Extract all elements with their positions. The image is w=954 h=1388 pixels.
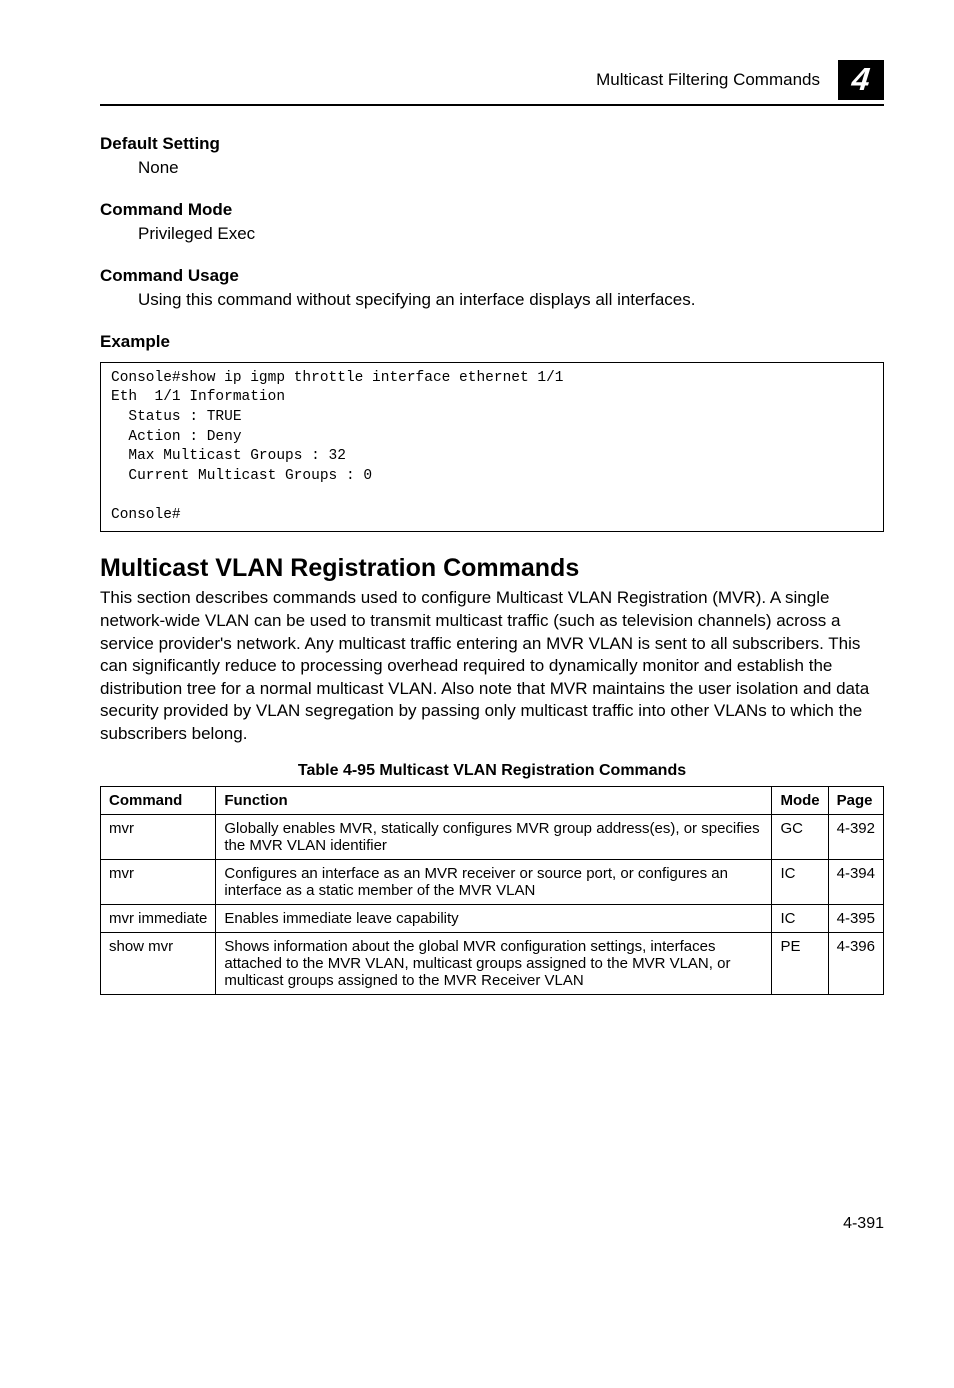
cell-mode: PE: [772, 932, 828, 994]
running-header: Multicast Filtering Commands 4: [100, 60, 884, 100]
chapter-number: 4: [850, 63, 871, 95]
cell-page: 4-394: [828, 859, 883, 904]
cell-command: mvr: [101, 859, 216, 904]
th-command: Command: [101, 786, 216, 814]
cell-command: mvr immediate: [101, 904, 216, 932]
cell-function: Shows information about the global MVR c…: [216, 932, 772, 994]
cell-page: 4-395: [828, 904, 883, 932]
cell-page: 4-396: [828, 932, 883, 994]
table-row: mvr immediate Enables immediate leave ca…: [101, 904, 884, 932]
th-function: Function: [216, 786, 772, 814]
cell-mode: IC: [772, 904, 828, 932]
th-mode: Mode: [772, 786, 828, 814]
cell-function: Configures an interface as an MVR receiv…: [216, 859, 772, 904]
cell-command: mvr: [101, 814, 216, 859]
th-page: Page: [828, 786, 883, 814]
section-heading-mvr: Multicast VLAN Registration Commands: [100, 554, 884, 583]
cell-function: Enables immediate leave capability: [216, 904, 772, 932]
commands-table: Command Function Mode Page mvr Globally …: [100, 786, 884, 995]
table-row: mvr Configures an interface as an MVR re…: [101, 859, 884, 904]
intro-paragraph: This section describes commands used to …: [100, 587, 884, 745]
example-console-output: Console#show ip igmp throttle interface …: [100, 362, 884, 533]
cell-mode: GC: [772, 814, 828, 859]
default-setting-title: Default Setting: [100, 134, 884, 154]
table-caption: Table 4-95 Multicast VLAN Registration C…: [100, 762, 884, 780]
running-header-text: Multicast Filtering Commands: [596, 70, 820, 90]
header-rule: [100, 104, 884, 106]
example-title: Example: [100, 332, 884, 352]
cell-function: Globally enables MVR, statically configu…: [216, 814, 772, 859]
chapter-badge: 4: [838, 60, 884, 100]
cell-mode: IC: [772, 859, 828, 904]
command-usage-title: Command Usage: [100, 266, 884, 286]
table-row: show mvr Shows information about the glo…: [101, 932, 884, 994]
command-mode-title: Command Mode: [100, 200, 884, 220]
page-number: 4-391: [100, 1215, 884, 1233]
default-setting-body: None: [138, 157, 884, 180]
table-row: mvr Globally enables MVR, statically con…: [101, 814, 884, 859]
cell-page: 4-392: [828, 814, 883, 859]
cell-command: show mvr: [101, 932, 216, 994]
command-mode-body: Privileged Exec: [138, 223, 884, 246]
command-usage-body: Using this command without specifying an…: [138, 289, 884, 312]
